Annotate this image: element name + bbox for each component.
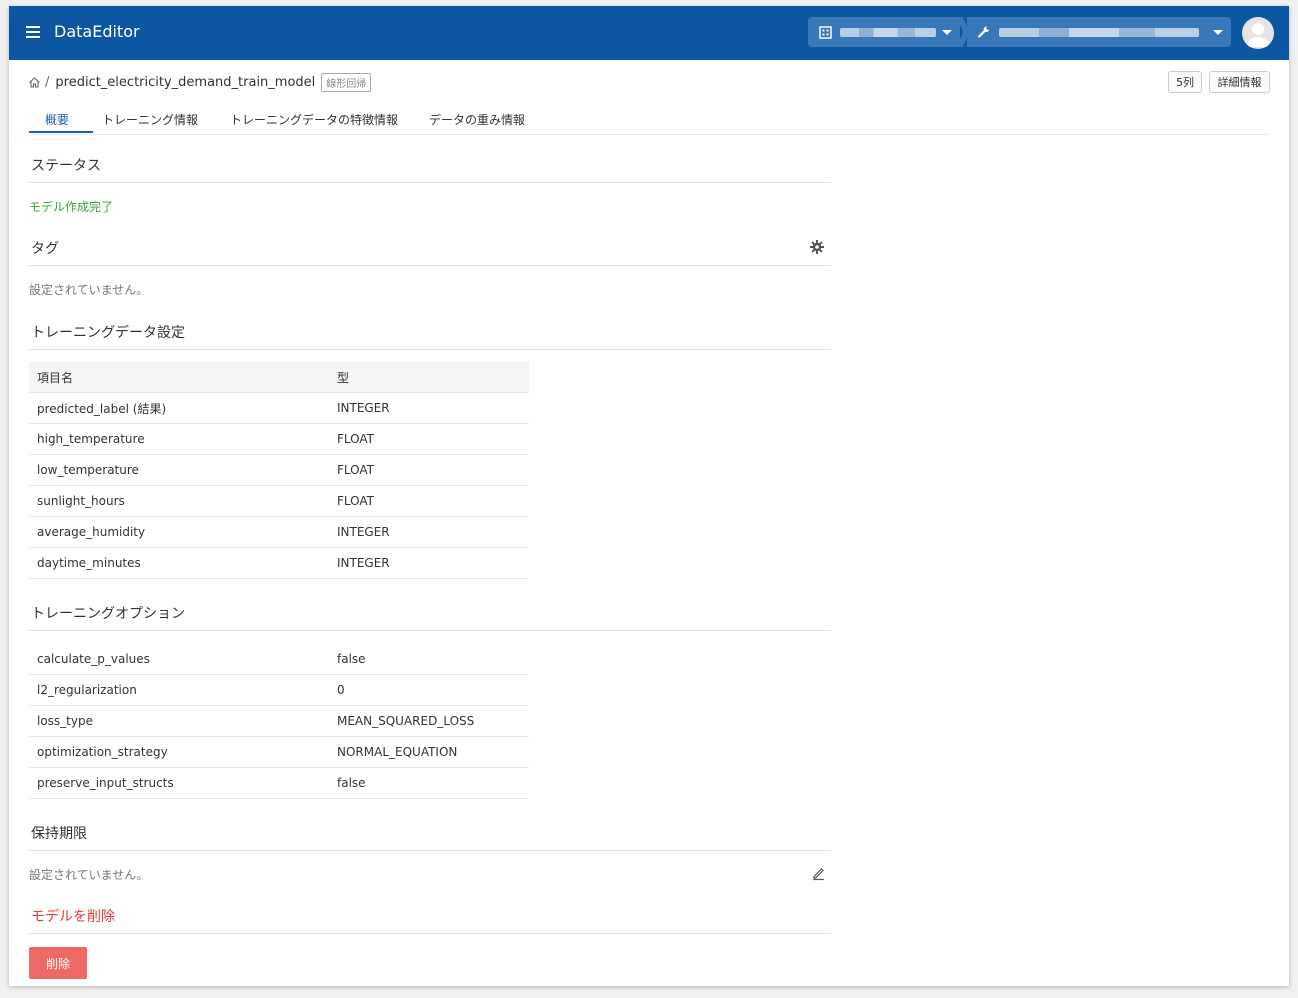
status-value: モデル作成完了 <box>29 200 114 214</box>
option-value: false <box>329 644 529 675</box>
model-name: predict_electricity_demand_train_model <box>55 75 316 90</box>
tags-section-title: タグ <box>29 238 831 266</box>
building-icon <box>818 25 832 39</box>
tab-weights-info[interactable]: データの重み情報 <box>429 111 525 128</box>
field-name: high_temperature <box>29 423 329 455</box>
app-title: DataEditor <box>54 22 140 41</box>
details-button[interactable]: 詳細情報 <box>1209 71 1270 93</box>
field-name: sunlight_hours <box>29 485 329 517</box>
field-type: INTEGER <box>329 547 529 579</box>
organization-selector[interactable] <box>808 17 960 47</box>
user-avatar[interactable] <box>1242 17 1274 49</box>
table-header-row: 項目名 型 <box>29 362 529 393</box>
field-type: FLOAT <box>329 423 529 455</box>
field-name: low_temperature <box>29 454 329 486</box>
table-row: calculate_p_values false <box>29 644 529 675</box>
training-data-section-title: トレーニングデータ設定 <box>29 322 831 350</box>
training-data-table: 項目名 型 predicted_label (結果) INTEGER high_t… <box>29 362 529 579</box>
training-options-table: calculate_p_values false l2_regularizatio… <box>29 644 529 799</box>
table-row: high_temperature FLOAT <box>29 423 529 455</box>
delete-button[interactable]: 削除 <box>29 947 87 979</box>
option-name: loss_type <box>29 705 329 737</box>
table-row: average_humidity INTEGER <box>29 516 529 548</box>
option-name: calculate_p_values <box>29 644 329 675</box>
breadcrumb: / predict_electricity_demand_train_model… <box>28 73 372 92</box>
field-name: average_humidity <box>29 516 329 548</box>
table-row: daytime_minutes INTEGER <box>29 547 529 579</box>
table-row: preserve_input_structs false <box>29 767 529 799</box>
field-type: INTEGER <box>329 392 529 424</box>
field-type: INTEGER <box>329 516 529 548</box>
active-tab-indicator <box>29 131 93 133</box>
tab-feature-info[interactable]: トレーニングデータの特徴情報 <box>230 111 398 128</box>
field-type: FLOAT <box>329 454 529 486</box>
option-value: 0 <box>329 674 529 706</box>
gear-icon[interactable] <box>809 239 825 255</box>
field-type: FLOAT <box>329 485 529 517</box>
option-value: NORMAL_EQUATION <box>329 736 529 768</box>
tab-overview[interactable]: 概要 <box>45 111 69 128</box>
option-name: preserve_input_structs <box>29 767 329 799</box>
project-name-redacted <box>999 27 1199 37</box>
table-row: optimization_strategy NORMAL_EQUATION <box>29 736 529 768</box>
field-name: daytime_minutes <box>29 547 329 579</box>
model-type-badge: 線形回帰 <box>321 73 372 92</box>
retention-section-title: 保持期限 <box>29 823 831 851</box>
table-row: low_temperature FLOAT <box>29 454 529 486</box>
pencil-icon[interactable] <box>811 865 827 881</box>
training-options-section-title: トレーニングオプション <box>29 603 831 631</box>
project-selector[interactable] <box>967 17 1231 47</box>
home-icon[interactable] <box>28 76 41 89</box>
option-name: optimization_strategy <box>29 736 329 768</box>
user-icon <box>1246 23 1270 47</box>
organization-name-redacted <box>840 27 936 37</box>
table-row: l2_regularization 0 <box>29 674 529 706</box>
option-name: l2_regularization <box>29 674 329 706</box>
tab-bar: 概要 トレーニング情報 トレーニングデータの特徴情報 データの重み情報 <box>29 103 1269 135</box>
hamburger-menu-icon[interactable] <box>26 26 40 38</box>
retention-empty-text: 設定されていません。 <box>29 868 149 882</box>
tab-training-info[interactable]: トレーニング情報 <box>102 111 198 128</box>
columns-button[interactable]: 5列 <box>1168 71 1202 93</box>
column-header-type: 型 <box>329 362 529 393</box>
column-header-item-name: 項目名 <box>29 362 329 393</box>
chevron-down-icon <box>1213 29 1223 35</box>
table-row: predicted_label (結果) INTEGER <box>29 392 529 424</box>
tags-empty-text: 設定されていません。 <box>29 283 149 297</box>
wrench-icon <box>977 25 991 39</box>
field-name: predicted_label (結果) <box>29 392 329 424</box>
app-bar: DataEditor <box>9 6 1289 60</box>
table-row: loss_type MEAN_SQUARED_LOSS <box>29 705 529 737</box>
option-value: false <box>329 767 529 799</box>
table-row: sunlight_hours FLOAT <box>29 485 529 517</box>
app-window: DataEditor / predict_electricity_demand_… <box>9 6 1289 986</box>
chevron-down-icon <box>942 29 952 35</box>
status-section-title: ステータス <box>29 155 831 183</box>
delete-section-title: モデルを削除 <box>29 906 831 934</box>
option-value: MEAN_SQUARED_LOSS <box>329 705 529 737</box>
breadcrumb-separator: / <box>45 75 50 90</box>
